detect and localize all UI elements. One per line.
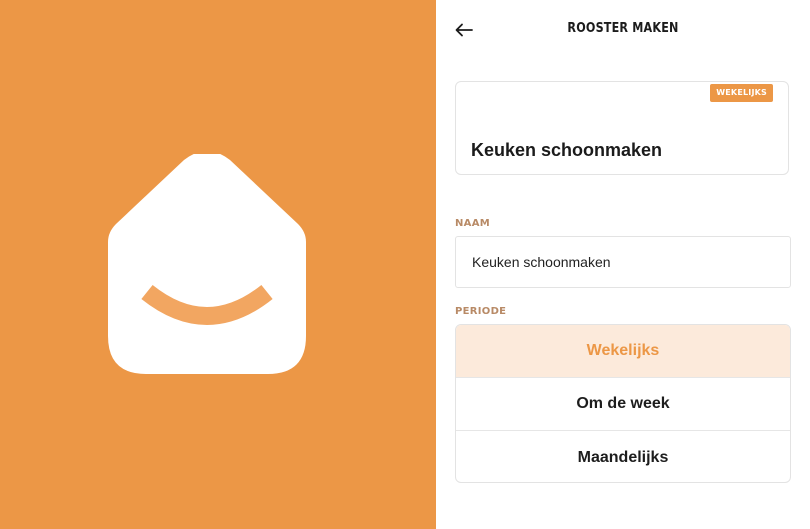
period-label: PERIODE — [455, 306, 507, 317]
period-option-wekelijks[interactable]: Wekelijks — [456, 325, 790, 378]
period-badge: WEKELIJKS — [710, 84, 773, 102]
header: ROOSTER MAKEN — [436, 0, 810, 60]
house-smile-logo-icon — [108, 154, 306, 374]
create-schedule-panel: ROOSTER MAKEN WEKELIJKS Keuken schoonmak… — [436, 0, 810, 529]
period-option-om-de-week[interactable]: Om de week — [456, 378, 790, 431]
name-input[interactable] — [455, 236, 791, 288]
page-title: ROOSTER MAKEN — [567, 21, 679, 36]
preview-card: WEKELIJKS Keuken schoonmaken — [455, 81, 789, 175]
brand-panel — [0, 0, 436, 529]
period-option-maandelijks[interactable]: Maandelijks — [456, 431, 790, 482]
period-options: Wekelijks Om de week Maandelijks — [455, 324, 791, 483]
preview-title: Keuken schoonmaken — [471, 140, 663, 160]
name-label: NAAM — [455, 218, 490, 229]
